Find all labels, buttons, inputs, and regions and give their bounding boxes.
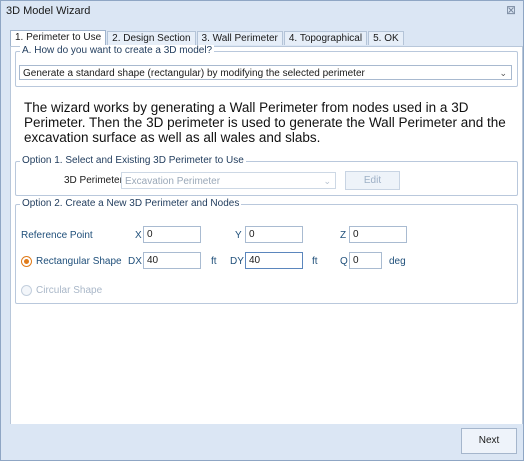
dx-label: DX <box>128 256 142 267</box>
option2-label: Option 2. Create a New 3D Perimeter and … <box>20 198 242 209</box>
perimeter-select[interactable]: Excavation Perimeter ⌄ <box>121 172 336 189</box>
tab-perimeter-to-use[interactable]: 1. Perimeter to Use <box>10 30 107 46</box>
x-label: X <box>135 230 142 241</box>
section-a-group: A. How do you want to create a 3D model?… <box>15 45 518 87</box>
q-label: Q <box>340 256 348 267</box>
q-field[interactable]: 0 <box>349 252 382 269</box>
wizard-description: The wizard works by generating a Wall Pe… <box>24 100 506 145</box>
rectangular-shape-label: Rectangular Shape <box>36 256 122 267</box>
z-field[interactable]: 0 <box>349 226 407 243</box>
option1-group: Option 1. Select and Existing 3D Perimet… <box>15 155 518 196</box>
title-bar: 3D Model Wizard ⊠ <box>1 1 523 21</box>
dx-field[interactable]: 40 <box>143 252 201 269</box>
circular-shape-radio[interactable] <box>21 285 32 296</box>
section-a-label: A. How do you want to create a 3D model? <box>20 45 215 56</box>
wizard-window: 3D Model Wizard ⊠ 1. Perimeter to Use 2.… <box>0 0 524 461</box>
chevron-down-icon: ⌄ <box>499 68 507 78</box>
edit-button[interactable]: Edit <box>345 171 400 190</box>
perimeter-select-value: Excavation Perimeter <box>125 176 221 187</box>
method-select[interactable]: Generate a standard shape (rectangular) … <box>19 65 512 80</box>
footer-bar: Next <box>1 424 523 460</box>
tab-strip: 1. Perimeter to Use 2. Design Section 3.… <box>10 30 405 46</box>
option2-group: Option 2. Create a New 3D Perimeter and … <box>15 198 518 304</box>
circular-shape-label: Circular Shape <box>36 285 103 296</box>
dx-unit: ft <box>211 256 217 267</box>
window-title: 3D Model Wizard <box>6 5 91 17</box>
y-field[interactable]: 0 <box>245 226 303 243</box>
dy-field[interactable]: 40 <box>245 252 303 269</box>
close-icon[interactable]: ⊠ <box>505 4 517 16</box>
method-select-value: Generate a standard shape (rectangular) … <box>23 68 365 79</box>
dy-unit: ft <box>312 256 318 267</box>
tab-wall-perimeter[interactable]: 3. Wall Perimeter <box>196 31 283 45</box>
tab-ok[interactable]: 5. OK <box>368 31 404 45</box>
tab-design-section[interactable]: 2. Design Section <box>107 31 196 45</box>
next-button[interactable]: Next <box>461 428 517 454</box>
option1-label: Option 1. Select and Existing 3D Perimet… <box>20 155 246 166</box>
perimeter-label: 3D Perimeter <box>64 175 123 186</box>
rectangular-shape-radio[interactable] <box>21 256 32 267</box>
reference-point-label: Reference Point <box>21 230 93 241</box>
z-label: Z <box>340 230 347 241</box>
x-field[interactable]: 0 <box>143 226 201 243</box>
tab-panel: A. How do you want to create a 3D model?… <box>10 45 523 426</box>
dy-label: DY <box>230 256 244 267</box>
tab-topographical[interactable]: 4. Topographical <box>283 31 368 45</box>
q-unit: deg <box>389 256 406 267</box>
chevron-down-icon: ⌄ <box>323 176 331 186</box>
y-label: Y <box>235 230 242 241</box>
